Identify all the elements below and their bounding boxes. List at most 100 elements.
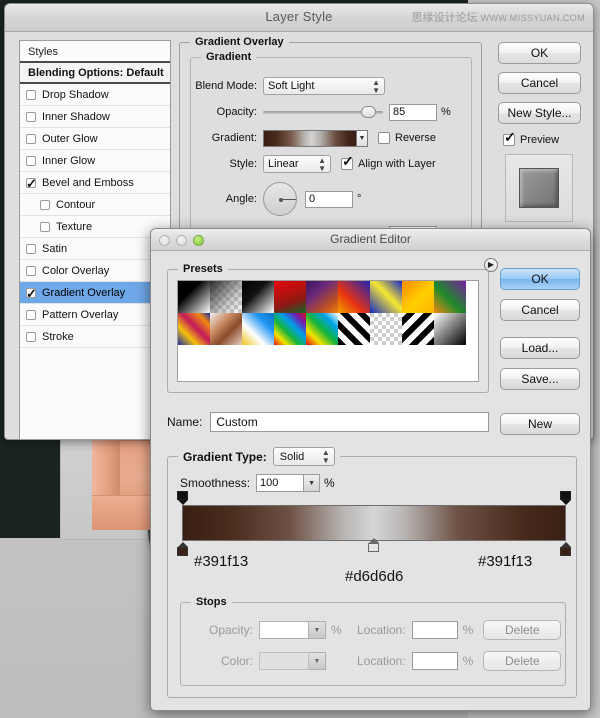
- style-label: Satin: [42, 238, 67, 260]
- style-row-outer-glow[interactable]: Outer Glow: [20, 128, 170, 150]
- angle-dial[interactable]: [263, 182, 297, 216]
- checkbox-satin[interactable]: [26, 244, 36, 254]
- preset-swatch[interactable]: [178, 313, 210, 345]
- preset-swatch[interactable]: [210, 281, 242, 313]
- preset-swatch[interactable]: [434, 281, 466, 313]
- style-row-gradient-overlay[interactable]: Gradient Overlay: [20, 282, 170, 304]
- checkbox-inner-glow[interactable]: [26, 156, 36, 166]
- presets-menu-icon[interactable]: ▶: [484, 258, 498, 272]
- color-stop-right[interactable]: [560, 542, 571, 556]
- gradient-preview-button[interactable]: ▼: [263, 130, 368, 147]
- style-select[interactable]: Linear ▲▼: [263, 155, 331, 173]
- stops-opacity-location-input[interactable]: [412, 621, 458, 639]
- checkbox-inner-shadow[interactable]: [26, 112, 36, 122]
- preset-swatch[interactable]: [242, 281, 274, 313]
- align-with-layer-row[interactable]: Align with Layer: [341, 158, 436, 170]
- style-row-bevel-and-emboss[interactable]: Bevel and Emboss: [20, 172, 170, 194]
- color-stop-left[interactable]: [177, 542, 188, 556]
- style-label: Bevel and Emboss: [42, 172, 134, 194]
- align-label: Align with Layer: [358, 158, 436, 170]
- gradient-type-select[interactable]: Solid ▲▼: [273, 447, 335, 466]
- style-row-drop-shadow[interactable]: Drop Shadow: [20, 84, 170, 106]
- style-row-color-overlay[interactable]: Color Overlay: [20, 260, 170, 282]
- stops-opacity-delete-button[interactable]: Delete: [483, 620, 561, 640]
- gradient-editor-new-button[interactable]: New: [500, 413, 580, 435]
- style-row-inner-shadow[interactable]: Inner Shadow: [20, 106, 170, 128]
- checkbox-texture[interactable]: [40, 222, 50, 232]
- preset-swatch[interactable]: [370, 281, 402, 313]
- opacity-stop-right[interactable]: [560, 491, 571, 505]
- blend-mode-select[interactable]: Soft Light ▲▼: [263, 77, 385, 95]
- style-row-texture[interactable]: Texture: [20, 216, 170, 238]
- style-row-inner-glow[interactable]: Inner Glow: [20, 150, 170, 172]
- opacity-stop-left[interactable]: [177, 491, 188, 505]
- stops-opacity-input[interactable]: [259, 621, 309, 639]
- checkbox-preview[interactable]: [503, 134, 515, 146]
- layer-style-titlebar[interactable]: Layer Style 思缘设计论坛 WWW.MISSYUAN.COM: [5, 4, 593, 32]
- color-stop-mid[interactable]: [368, 538, 379, 552]
- checkbox-reverse[interactable]: [378, 132, 390, 144]
- checkbox-align-with-layer[interactable]: [341, 158, 353, 170]
- smoothness-label: Smoothness:: [180, 476, 250, 490]
- gradient-dropdown-arrow-icon[interactable]: ▼: [356, 131, 367, 146]
- checkbox-outer-glow[interactable]: [26, 134, 36, 144]
- gradient-editor-ok-button[interactable]: OK: [500, 268, 580, 290]
- smoothness-input[interactable]: 100: [256, 474, 304, 492]
- preset-swatch[interactable]: [242, 313, 274, 345]
- preset-swatch[interactable]: [178, 281, 210, 313]
- style-row-stroke[interactable]: Stroke: [20, 326, 170, 348]
- preset-swatch[interactable]: [402, 281, 434, 313]
- layer-style-new-style-button[interactable]: New Style...: [498, 102, 581, 124]
- preset-swatch[interactable]: [338, 313, 370, 345]
- slider-knob[interactable]: [361, 106, 376, 118]
- checkbox-bevel-and-emboss[interactable]: [26, 178, 36, 188]
- gradient-strip[interactable]: [182, 505, 566, 541]
- preset-swatch[interactable]: [274, 313, 306, 345]
- preset-swatch[interactable]: [306, 281, 338, 313]
- style-label: Outer Glow: [42, 128, 98, 150]
- style-label: Texture: [56, 216, 92, 238]
- checkbox-drop-shadow[interactable]: [26, 90, 36, 100]
- angle-input[interactable]: 0: [305, 191, 353, 208]
- name-input[interactable]: Custom: [210, 412, 489, 432]
- style-row-pattern-overlay[interactable]: Pattern Overlay: [20, 304, 170, 326]
- style-row-satin[interactable]: Satin: [20, 238, 170, 260]
- stops-color-location-input[interactable]: [412, 652, 458, 670]
- blending-options-row[interactable]: Blending Options: Default: [20, 63, 170, 84]
- preset-swatch[interactable]: [210, 313, 242, 345]
- gradient-editor-load-button[interactable]: Load...: [500, 337, 580, 359]
- preset-swatch[interactable]: [338, 281, 370, 313]
- preset-swatch[interactable]: [306, 313, 338, 345]
- stops-opacity-dropdown-icon[interactable]: ▼: [309, 621, 326, 639]
- opacity-slider[interactable]: [263, 105, 383, 119]
- layer-style-ok-button[interactable]: OK: [498, 42, 581, 64]
- checkbox-stroke[interactable]: [26, 332, 36, 342]
- opacity-label: Opacity:: [191, 106, 263, 118]
- gradient-editor-save-button[interactable]: Save...: [500, 368, 580, 390]
- preset-swatch[interactable]: [402, 313, 434, 345]
- smoothness-dropdown-icon[interactable]: ▼: [304, 474, 320, 492]
- opacity-input[interactable]: 85: [389, 104, 437, 121]
- styles-panel-header: Styles: [20, 41, 170, 63]
- preset-swatch[interactable]: [370, 313, 402, 345]
- preset-swatch[interactable]: [434, 313, 466, 345]
- preview-checkbox-row[interactable]: Preview: [503, 132, 588, 148]
- layer-style-cancel-button[interactable]: Cancel: [498, 72, 581, 94]
- checkbox-contour[interactable]: [40, 200, 50, 210]
- presets-list[interactable]: [177, 280, 479, 382]
- gradient-editor-titlebar[interactable]: Gradient Editor: [151, 229, 590, 251]
- reverse-checkbox-row[interactable]: Reverse: [378, 132, 436, 144]
- checkbox-color-overlay[interactable]: [26, 266, 36, 276]
- stops-color-delete-button[interactable]: Delete: [483, 651, 561, 671]
- stops-color-dropdown-icon[interactable]: ▼: [309, 652, 326, 670]
- stops-group: Stops Opacity: ▼ % Location: % Delete Co…: [180, 602, 566, 686]
- gradient-editor-cancel-button[interactable]: Cancel: [500, 299, 580, 321]
- stop-marker-icon: [368, 543, 379, 552]
- checkbox-pattern-overlay[interactable]: [26, 310, 36, 320]
- style-row-contour[interactable]: Contour: [20, 194, 170, 216]
- checkbox-gradient-overlay[interactable]: [26, 288, 36, 298]
- preset-swatch[interactable]: [274, 281, 306, 313]
- smoothness-unit: %: [324, 476, 335, 490]
- presets-group: Presets ▶: [167, 269, 489, 393]
- stops-color-swatch[interactable]: [259, 652, 309, 670]
